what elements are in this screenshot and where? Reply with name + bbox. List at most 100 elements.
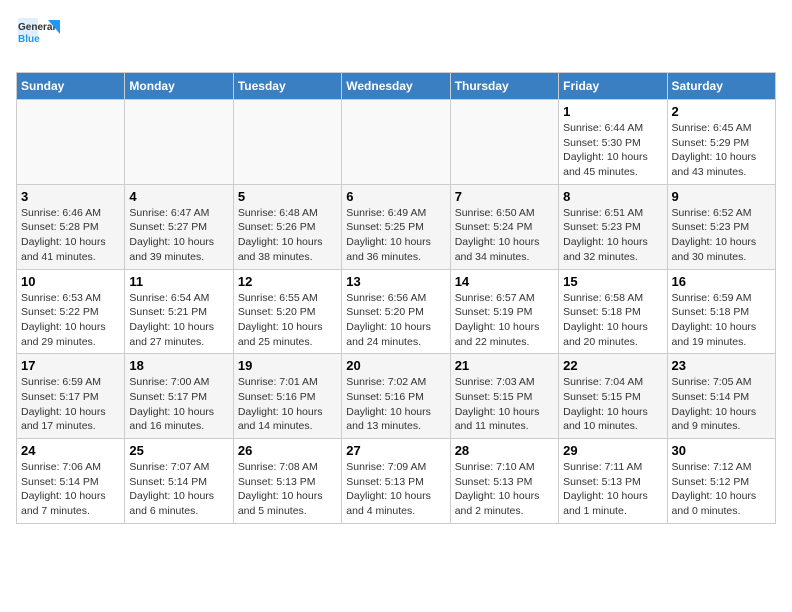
calendar-day: 22 Sunrise: 7:04 AMSunset: 5:15 PMDayligh… bbox=[559, 354, 667, 439]
calendar-day bbox=[450, 100, 558, 185]
day-info: Sunrise: 6:47 AMSunset: 5:27 PMDaylight:… bbox=[129, 206, 228, 265]
calendar-day: 15 Sunrise: 6:58 AMSunset: 5:18 PMDayligh… bbox=[559, 269, 667, 354]
column-header-friday: Friday bbox=[559, 73, 667, 100]
calendar-day: 5Sunrise: 6:48 AMSunset: 5:26 PMDaylight… bbox=[233, 184, 341, 269]
day-number: 19 bbox=[238, 358, 337, 373]
calendar-day bbox=[342, 100, 450, 185]
calendar-day: 27Sunrise: 7:09 AMSunset: 5:13 PMDayligh… bbox=[342, 439, 450, 524]
day-number: 23 bbox=[672, 358, 771, 373]
day-number: 29 bbox=[563, 443, 662, 458]
calendar-day: 14 Sunrise: 6:57 AMSunset: 5:19 PMDayligh… bbox=[450, 269, 558, 354]
day-number: 6 bbox=[346, 189, 445, 204]
calendar-day bbox=[17, 100, 125, 185]
day-info: Sunrise: 7:10 AMSunset: 5:13 PMDaylight:… bbox=[455, 460, 554, 519]
day-info: Sunrise: 6:50 AMSunset: 5:24 PMDaylight:… bbox=[455, 206, 554, 265]
day-info: Sunrise: 7:09 AMSunset: 5:13 PMDaylight:… bbox=[346, 460, 445, 519]
day-number: 9 bbox=[672, 189, 771, 204]
day-number: 25 bbox=[129, 443, 228, 458]
calendar-day: 9 Sunrise: 6:52 AMSunset: 5:23 PMDaylight… bbox=[667, 184, 775, 269]
day-number: 15 bbox=[563, 274, 662, 289]
calendar-week-1: 1 Sunrise: 6:44 AMSunset: 5:30 PMDaylight… bbox=[17, 100, 776, 185]
day-info: Sunrise: 6:57 AMSunset: 5:19 PMDaylight:… bbox=[455, 291, 554, 350]
calendar-day: 13Sunrise: 6:56 AMSunset: 5:20 PMDayligh… bbox=[342, 269, 450, 354]
day-info: Sunrise: 7:08 AMSunset: 5:13 PMDaylight:… bbox=[238, 460, 337, 519]
calendar-week-4: 17Sunrise: 6:59 AMSunset: 5:17 PMDayligh… bbox=[17, 354, 776, 439]
calendar-day: 11 Sunrise: 6:54 AMSunset: 5:21 PMDayligh… bbox=[125, 269, 233, 354]
day-info: Sunrise: 7:07 AMSunset: 5:14 PMDaylight:… bbox=[129, 460, 228, 519]
day-number: 16 bbox=[672, 274, 771, 289]
day-number: 2 bbox=[672, 104, 771, 119]
calendar-day: 3 Sunrise: 6:46 AMSunset: 5:28 PMDaylight… bbox=[17, 184, 125, 269]
calendar-day: 28 Sunrise: 7:10 AMSunset: 5:13 PMDayligh… bbox=[450, 439, 558, 524]
calendar-day: 25 Sunrise: 7:07 AMSunset: 5:14 PMDayligh… bbox=[125, 439, 233, 524]
calendar-day: 26Sunrise: 7:08 AMSunset: 5:13 PMDayligh… bbox=[233, 439, 341, 524]
calendar-day bbox=[233, 100, 341, 185]
day-info: Sunrise: 7:04 AMSunset: 5:15 PMDaylight:… bbox=[563, 375, 662, 434]
day-number: 1 bbox=[563, 104, 662, 119]
day-info: Sunrise: 6:52 AMSunset: 5:23 PMDaylight:… bbox=[672, 206, 771, 265]
calendar-day bbox=[125, 100, 233, 185]
calendar-day: 23 Sunrise: 7:05 AMSunset: 5:14 PMDayligh… bbox=[667, 354, 775, 439]
day-info: Sunrise: 6:55 AMSunset: 5:20 PMDaylight:… bbox=[238, 291, 337, 350]
calendar-table: SundayMondayTuesdayWednesdayThursdayFrid… bbox=[16, 72, 776, 524]
day-number: 24 bbox=[21, 443, 120, 458]
day-info: Sunrise: 6:58 AMSunset: 5:18 PMDaylight:… bbox=[563, 291, 662, 350]
calendar-day: 6 Sunrise: 6:49 AMSunset: 5:25 PMDaylight… bbox=[342, 184, 450, 269]
calendar-day: 1 Sunrise: 6:44 AMSunset: 5:30 PMDaylight… bbox=[559, 100, 667, 185]
day-info: Sunrise: 6:54 AMSunset: 5:21 PMDaylight:… bbox=[129, 291, 228, 350]
day-number: 8 bbox=[563, 189, 662, 204]
day-number: 14 bbox=[455, 274, 554, 289]
day-number: 28 bbox=[455, 443, 554, 458]
calendar-day: 21Sunrise: 7:03 AMSunset: 5:15 PMDayligh… bbox=[450, 354, 558, 439]
day-info: Sunrise: 6:49 AMSunset: 5:25 PMDaylight:… bbox=[346, 206, 445, 265]
day-info: Sunrise: 7:01 AMSunset: 5:16 PMDaylight:… bbox=[238, 375, 337, 434]
day-info: Sunrise: 7:00 AMSunset: 5:17 PMDaylight:… bbox=[129, 375, 228, 434]
calendar-day: 17Sunrise: 6:59 AMSunset: 5:17 PMDayligh… bbox=[17, 354, 125, 439]
day-info: Sunrise: 6:46 AMSunset: 5:28 PMDaylight:… bbox=[21, 206, 120, 265]
day-number: 30 bbox=[672, 443, 771, 458]
column-header-monday: Monday bbox=[125, 73, 233, 100]
column-header-thursday: Thursday bbox=[450, 73, 558, 100]
day-number: 11 bbox=[129, 274, 228, 289]
calendar-header-row: SundayMondayTuesdayWednesdayThursdayFrid… bbox=[17, 73, 776, 100]
calendar-week-2: 3 Sunrise: 6:46 AMSunset: 5:28 PMDaylight… bbox=[17, 184, 776, 269]
day-info: Sunrise: 6:56 AMSunset: 5:20 PMDaylight:… bbox=[346, 291, 445, 350]
calendar-day: 10 Sunrise: 6:53 AMSunset: 5:22 PMDayligh… bbox=[17, 269, 125, 354]
day-number: 12 bbox=[238, 274, 337, 289]
day-info: Sunrise: 6:45 AMSunset: 5:29 PMDaylight:… bbox=[672, 121, 771, 180]
calendar-day: 8 Sunrise: 6:51 AMSunset: 5:23 PMDaylight… bbox=[559, 184, 667, 269]
day-number: 3 bbox=[21, 189, 120, 204]
calendar-day: 12 Sunrise: 6:55 AMSunset: 5:20 PMDayligh… bbox=[233, 269, 341, 354]
calendar-day: 20Sunrise: 7:02 AMSunset: 5:16 PMDayligh… bbox=[342, 354, 450, 439]
day-info: Sunrise: 7:11 AMSunset: 5:13 PMDaylight:… bbox=[563, 460, 662, 519]
logo-svg: General Blue bbox=[16, 16, 60, 60]
day-info: Sunrise: 7:12 AMSunset: 5:12 PMDaylight:… bbox=[672, 460, 771, 519]
calendar-day: 19 Sunrise: 7:01 AMSunset: 5:16 PMDayligh… bbox=[233, 354, 341, 439]
day-info: Sunrise: 7:03 AMSunset: 5:15 PMDaylight:… bbox=[455, 375, 554, 434]
calendar-day: 29 Sunrise: 7:11 AMSunset: 5:13 PMDayligh… bbox=[559, 439, 667, 524]
day-info: Sunrise: 6:59 AMSunset: 5:18 PMDaylight:… bbox=[672, 291, 771, 350]
day-number: 7 bbox=[455, 189, 554, 204]
calendar-day: 30 Sunrise: 7:12 AMSunset: 5:12 PMDayligh… bbox=[667, 439, 775, 524]
day-info: Sunrise: 6:59 AMSunset: 5:17 PMDaylight:… bbox=[21, 375, 120, 434]
day-number: 22 bbox=[563, 358, 662, 373]
calendar-week-3: 10 Sunrise: 6:53 AMSunset: 5:22 PMDayligh… bbox=[17, 269, 776, 354]
svg-text:General: General bbox=[18, 22, 55, 33]
calendar-week-5: 24Sunrise: 7:06 AMSunset: 5:14 PMDayligh… bbox=[17, 439, 776, 524]
day-info: Sunrise: 7:02 AMSunset: 5:16 PMDaylight:… bbox=[346, 375, 445, 434]
day-info: Sunrise: 6:51 AMSunset: 5:23 PMDaylight:… bbox=[563, 206, 662, 265]
day-number: 4 bbox=[129, 189, 228, 204]
day-number: 5 bbox=[238, 189, 337, 204]
calendar-day: 16 Sunrise: 6:59 AMSunset: 5:18 PMDayligh… bbox=[667, 269, 775, 354]
day-number: 10 bbox=[21, 274, 120, 289]
day-info: Sunrise: 6:53 AMSunset: 5:22 PMDaylight:… bbox=[21, 291, 120, 350]
day-info: Sunrise: 6:44 AMSunset: 5:30 PMDaylight:… bbox=[563, 121, 662, 180]
column-header-sunday: Sunday bbox=[17, 73, 125, 100]
column-header-saturday: Saturday bbox=[667, 73, 775, 100]
page-header: General Blue bbox=[16, 16, 776, 60]
day-number: 18 bbox=[129, 358, 228, 373]
calendar-day: 18 Sunrise: 7:00 AMSunset: 5:17 PMDayligh… bbox=[125, 354, 233, 439]
calendar-day: 4 Sunrise: 6:47 AMSunset: 5:27 PMDaylight… bbox=[125, 184, 233, 269]
logo: General Blue bbox=[16, 16, 60, 60]
day-info: Sunrise: 7:05 AMSunset: 5:14 PMDaylight:… bbox=[672, 375, 771, 434]
